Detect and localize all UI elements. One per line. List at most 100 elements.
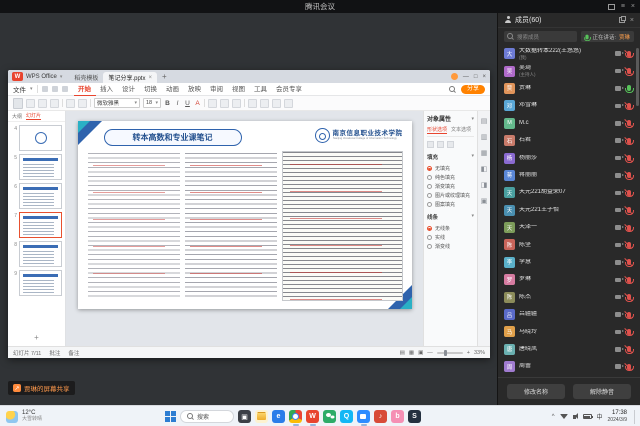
wifi-icon[interactable] bbox=[560, 414, 568, 419]
camera-off-icon[interactable] bbox=[615, 243, 621, 248]
member-row-15[interactable]: 吕吕疆疆 bbox=[498, 306, 640, 323]
undo-icon[interactable] bbox=[52, 86, 58, 92]
member-row-14[interactable]: 陈陈杰 bbox=[498, 288, 640, 305]
close-icon[interactable]: × bbox=[630, 17, 634, 24]
member-footer-button-0[interactable]: 修改名称 bbox=[507, 384, 565, 399]
fill-option-3[interactable]: 图片或纹理填充 bbox=[427, 191, 474, 200]
selection-tool-icon[interactable]: ◨ bbox=[481, 181, 488, 189]
ribbon-tab-1[interactable]: 插入 bbox=[96, 83, 118, 96]
zoom-out-button[interactable]: — bbox=[427, 350, 433, 356]
camera-off-icon[interactable] bbox=[615, 121, 621, 126]
mic-muted-icon[interactable] bbox=[627, 259, 631, 265]
file-explorer-icon[interactable] bbox=[255, 410, 268, 423]
close-icon[interactable]: × bbox=[631, 3, 635, 10]
size-icon[interactable] bbox=[447, 141, 454, 148]
camera-off-icon[interactable] bbox=[615, 104, 621, 109]
mic-muted-icon[interactable] bbox=[627, 103, 631, 109]
start-button[interactable] bbox=[165, 411, 176, 422]
camera-off-icon[interactable] bbox=[615, 330, 621, 335]
member-row-12[interactable]: 李李慧 bbox=[498, 254, 640, 271]
cut-icon[interactable] bbox=[26, 99, 35, 108]
ribbon-tab-6[interactable]: 审阅 bbox=[206, 83, 228, 96]
copy-icon[interactable] bbox=[38, 99, 47, 108]
italic-button[interactable]: I bbox=[174, 100, 181, 107]
align-left-icon[interactable] bbox=[208, 99, 217, 108]
slideshow-icon[interactable]: ▣ bbox=[418, 350, 423, 356]
camera-off-icon[interactable] bbox=[615, 69, 621, 74]
help-tool-icon[interactable]: ▣ bbox=[481, 197, 488, 205]
close-icon[interactable]: × bbox=[482, 74, 486, 80]
slide-thumbnail-7[interactable]: 7 bbox=[10, 212, 62, 238]
member-row-11[interactable]: 陈陈坚 bbox=[498, 236, 640, 253]
scrollbar[interactable] bbox=[636, 48, 639, 106]
camera-off-icon[interactable] bbox=[615, 312, 621, 317]
slide[interactable]: 转本高数和专业课笔记 南京信息职业技术学院 Nanjing Vocational… bbox=[78, 121, 412, 309]
mic-muted-icon[interactable] bbox=[627, 346, 631, 352]
fill-option-0[interactable]: 无填充 bbox=[427, 164, 474, 173]
netease-music-icon[interactable]: ♪ bbox=[374, 410, 387, 423]
tray-expand-icon[interactable]: ^ bbox=[552, 414, 555, 420]
ribbon-tab-3[interactable]: 切换 bbox=[140, 83, 162, 96]
camera-off-icon[interactable] bbox=[615, 51, 621, 56]
member-row-0[interactable]: 大大数据转本222(王悠悠)(我) bbox=[498, 45, 640, 62]
normal-view-icon[interactable]: ▤ bbox=[400, 350, 405, 356]
layout-icon[interactable] bbox=[608, 4, 615, 10]
animation-tool-icon[interactable]: ▥ bbox=[481, 133, 488, 141]
camera-off-icon[interactable] bbox=[615, 191, 621, 196]
outline-tool-icon[interactable]: ▦ bbox=[481, 149, 488, 157]
ribbon-tab-5[interactable]: 放映 bbox=[184, 83, 206, 96]
document-tab-0[interactable]: 稻壳模板 bbox=[69, 72, 103, 83]
properties-tab-0[interactable]: 形状选项 bbox=[427, 126, 447, 134]
layout-icon[interactable] bbox=[78, 99, 87, 108]
font-color-button[interactable]: A bbox=[194, 100, 201, 107]
mic-muted-icon[interactable] bbox=[627, 138, 631, 144]
zoom-slider[interactable] bbox=[437, 352, 463, 354]
clock[interactable]: 17:38 2024/3/9 bbox=[608, 410, 627, 423]
camera-off-icon[interactable] bbox=[615, 260, 621, 265]
chevron-down-icon[interactable]: ▾ bbox=[471, 153, 474, 161]
new-slide-icon[interactable] bbox=[66, 99, 75, 108]
mic-muted-icon[interactable] bbox=[627, 329, 631, 335]
fill-option-1[interactable]: 纯色填充 bbox=[427, 173, 474, 182]
slide-thumbnail-6[interactable]: 6 bbox=[10, 183, 62, 209]
paste-icon[interactable] bbox=[13, 98, 23, 109]
mic-muted-icon[interactable] bbox=[627, 190, 631, 196]
camera-off-icon[interactable] bbox=[615, 295, 621, 300]
fill-icon[interactable] bbox=[260, 99, 269, 108]
weather-widget[interactable]: 12°C 大雪转晴 bbox=[6, 406, 42, 426]
mic-muted-icon[interactable] bbox=[627, 207, 631, 213]
ribbon-tab-0[interactable]: 开始 bbox=[74, 83, 96, 96]
member-row-16[interactable]: 马马晓玲 bbox=[498, 323, 640, 340]
member-row-3[interactable]: 邓邓雪琳 bbox=[498, 97, 640, 114]
ribbon-tab-9[interactable]: 会员专享 bbox=[272, 83, 307, 96]
ribbon-tab-7[interactable]: 视图 bbox=[228, 83, 250, 96]
chrome-icon[interactable] bbox=[289, 410, 302, 423]
qq-icon[interactable]: Q bbox=[340, 410, 353, 423]
slide-sorter-icon[interactable]: ▦ bbox=[409, 350, 414, 356]
font-size-select[interactable]: 18▾ bbox=[143, 98, 161, 108]
maximize-icon[interactable]: □ bbox=[474, 74, 478, 80]
member-row-4[interactable]: MM.c bbox=[498, 115, 640, 132]
format-painter-icon[interactable] bbox=[50, 99, 59, 108]
edge-icon[interactable]: e bbox=[272, 410, 285, 423]
mic-muted-icon[interactable] bbox=[627, 294, 631, 300]
handwritten-notes-image[interactable] bbox=[185, 153, 277, 299]
fill-option-2[interactable]: 渐变填充 bbox=[427, 182, 474, 191]
thumbnail-tab-0[interactable]: 大纲 bbox=[12, 113, 22, 120]
mic-muted-icon[interactable] bbox=[627, 68, 631, 74]
mic-muted-icon[interactable] bbox=[627, 172, 631, 178]
member-row-2[interactable]: 贾贾琳 bbox=[498, 80, 640, 97]
popout-icon[interactable] bbox=[619, 17, 625, 23]
camera-off-icon[interactable] bbox=[615, 225, 621, 230]
underline-button[interactable]: U bbox=[184, 100, 191, 107]
menu-icon[interactable]: ≡ bbox=[621, 3, 625, 10]
show-desktop-button[interactable] bbox=[634, 410, 635, 424]
zoom-slider-thumb[interactable] bbox=[444, 350, 447, 356]
mic-muted-icon[interactable] bbox=[627, 364, 631, 370]
line-option-2[interactable]: 渐变线 bbox=[427, 242, 474, 251]
member-row-7[interactable]: 蒋蒋丽丽 bbox=[498, 167, 640, 184]
mic-muted-icon[interactable] bbox=[627, 225, 631, 231]
mic-muted-icon[interactable] bbox=[627, 242, 631, 248]
member-footer-button-1[interactable]: 解除静音 bbox=[573, 384, 631, 399]
effects-icon[interactable] bbox=[437, 141, 444, 148]
